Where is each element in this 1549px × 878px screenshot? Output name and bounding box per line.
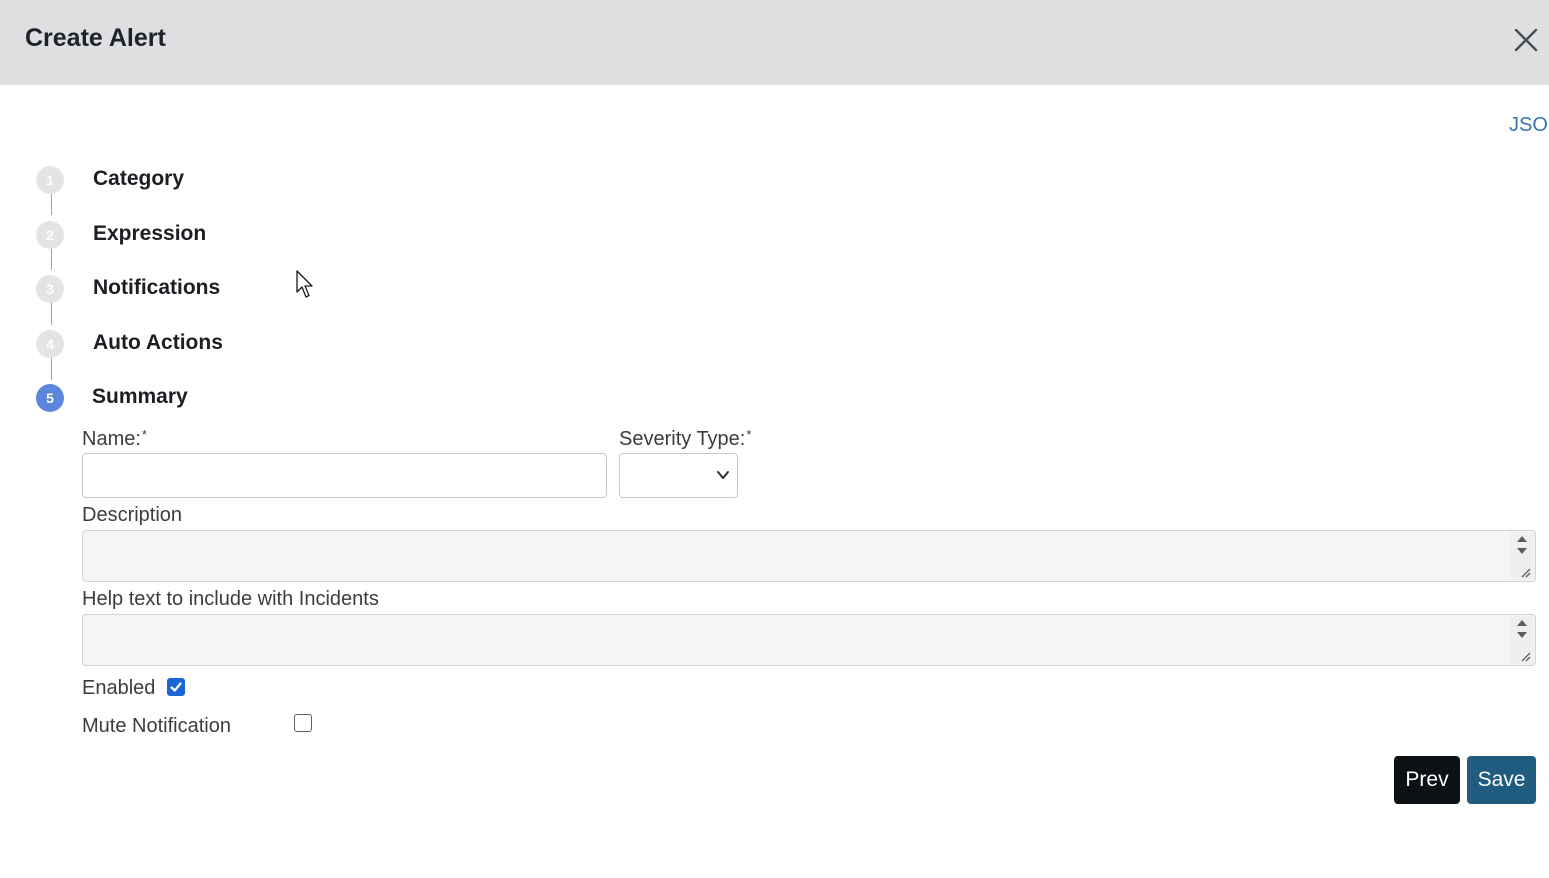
step-number: 2 <box>36 221 64 249</box>
stepper-connector <box>51 246 52 270</box>
step-label: Auto Actions <box>93 331 223 354</box>
name-input[interactable] <box>82 453 607 498</box>
spin-arrows-icon <box>1517 536 1531 578</box>
check-icon <box>170 682 182 692</box>
close-button[interactable] <box>1510 24 1542 56</box>
description-label: Description <box>82 504 183 526</box>
help-text-textarea[interactable] <box>82 614 1536 666</box>
close-icon <box>1514 28 1538 52</box>
save-button[interactable]: Save <box>1467 756 1536 804</box>
stepper-connector <box>51 191 52 215</box>
step-category[interactable]: 1 Category <box>36 163 436 194</box>
step-number: 5 <box>36 384 64 412</box>
mouse-pointer-icon <box>296 270 313 298</box>
description-textarea[interactable] <box>82 530 1536 582</box>
step-number: 4 <box>36 330 64 358</box>
step-notifications[interactable]: 3 Notifications <box>36 272 436 303</box>
dialog-title: Create Alert <box>25 24 166 52</box>
stepper-connector <box>51 355 52 380</box>
description-scrollbar[interactable] <box>1510 532 1534 580</box>
step-auto-actions[interactable]: 4 Auto Actions <box>36 327 436 358</box>
severity-type-label: Severity Type:* <box>619 427 751 451</box>
step-label: Category <box>93 167 185 190</box>
step-label: Notifications <box>93 276 221 299</box>
chevron-down-icon <box>717 471 729 479</box>
name-label: Name:* <box>82 427 147 451</box>
help-text-label: Help text to include with Incidents <box>82 588 379 610</box>
required-marker: * <box>746 427 752 442</box>
step-expression[interactable]: 2 Expression <box>36 218 436 249</box>
step-number: 1 <box>36 166 64 194</box>
enabled-label: Enabled <box>82 677 156 699</box>
severity-type-select[interactable] <box>619 453 738 498</box>
step-number: 3 <box>36 275 64 303</box>
enabled-checkbox[interactable] <box>167 678 185 696</box>
spin-arrows-icon <box>1517 620 1531 662</box>
step-label: Summary <box>92 385 188 408</box>
create-alert-dialog: Create Alert JSON 1 Category 2 Expressio… <box>0 0 1549 878</box>
required-marker: * <box>141 427 147 442</box>
step-label: Expression <box>93 222 207 245</box>
stepper-connector <box>51 300 52 325</box>
step-summary[interactable]: 5 Summary <box>36 381 436 412</box>
json-view-link[interactable]: JSON <box>1509 113 1549 137</box>
mute-notification-checkbox[interactable] <box>294 714 312 732</box>
prev-button[interactable]: Prev <box>1394 756 1460 804</box>
dialog-header: Create Alert <box>0 0 1549 85</box>
severity-label-text: Severity Type: <box>619 428 746 450</box>
mute-notification-label: Mute Notification <box>82 715 231 737</box>
help-text-scrollbar[interactable] <box>1510 616 1534 664</box>
name-label-text: Name: <box>82 428 141 450</box>
